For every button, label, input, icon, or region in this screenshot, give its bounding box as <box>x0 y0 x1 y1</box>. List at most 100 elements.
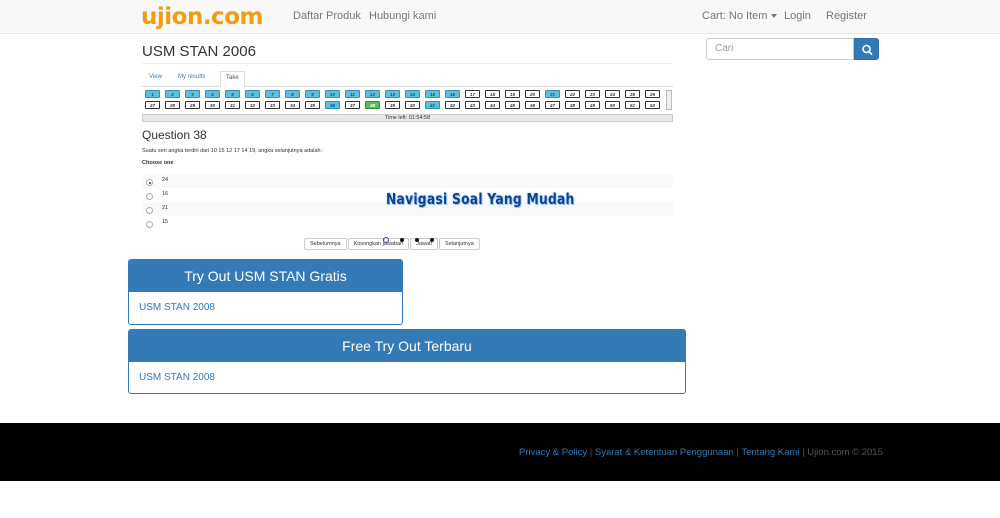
navbar: ujion.com Daftar Produk Hubungi kami Car… <box>0 0 1000 34</box>
radio-button[interactable] <box>146 207 153 214</box>
tab-my-results[interactable]: My results <box>178 74 205 80</box>
question-nav-item[interactable]: 6 <box>245 90 260 98</box>
caret-down-icon <box>771 14 778 19</box>
question-nav-item[interactable]: 42 <box>445 101 460 109</box>
footer-about-link[interactable]: Tentang Kami <box>741 447 799 458</box>
question-nav-item[interactable]: 29 <box>185 101 200 109</box>
footer-terms-link[interactable]: Syarat & Ketentuan Penggunaan <box>595 447 734 458</box>
previous-button[interactable]: Sebelumnya <box>304 238 347 250</box>
search-button[interactable] <box>854 38 879 60</box>
next-button[interactable]: Selanjutnya <box>439 238 480 250</box>
question-nav-item[interactable]: 3 <box>185 90 200 98</box>
question-nav-item[interactable]: 2 <box>165 90 180 98</box>
question-nav-item[interactable]: 8 <box>285 90 300 98</box>
question-nav-item[interactable]: 4 <box>205 90 220 98</box>
question-nav-item[interactable]: 36 <box>325 101 340 109</box>
question-nav-item[interactable]: 26 <box>645 90 660 98</box>
question-nav-item[interactable]: 22 <box>565 90 580 98</box>
question-nav-item[interactable]: 21 <box>545 90 560 98</box>
question-grid-scrollbar[interactable] <box>666 90 672 110</box>
question-nav-item[interactable]: 48 <box>565 101 580 109</box>
question-nav-item[interactable]: 37 <box>345 101 360 109</box>
question-nav-item[interactable]: 9 <box>305 90 320 98</box>
slider-dot[interactable] <box>383 237 389 243</box>
question-navigation-grid: 1 2 3 4 5 6 7 8 9 10 11 12 13 14 15 16 17 18 19 20 21 22 23 24 2… <box>145 90 665 112</box>
question-nav-item[interactable]: 27 <box>145 101 160 109</box>
radio-button[interactable] <box>146 179 153 186</box>
option-label: 24 <box>162 177 169 183</box>
question-nav-item[interactable]: 11 <box>345 90 360 98</box>
footer-copyright: Ujion.com © 2015 <box>807 447 883 458</box>
question-nav-item[interactable]: 7 <box>265 90 280 98</box>
slider-dot[interactable] <box>400 238 404 242</box>
question-nav-item[interactable]: 39 <box>385 101 400 109</box>
question-nav-item[interactable]: 45 <box>505 101 520 109</box>
question-nav-item[interactable]: 13 <box>385 90 400 98</box>
nav-hubungi-kami[interactable]: Hubungi kami <box>369 10 436 22</box>
question-nav-item[interactable]: 30 <box>205 101 220 109</box>
choose-one-label: Choose one <box>142 160 174 166</box>
question-nav-item[interactable]: 51 <box>625 101 640 109</box>
footer-privacy-link[interactable]: Privacy & Policy <box>519 447 587 458</box>
question-nav-item[interactable]: 5 <box>225 90 240 98</box>
tab-view[interactable]: View <box>149 74 162 80</box>
question-nav-item[interactable]: 28 <box>165 101 180 109</box>
question-nav-item[interactable]: 38 <box>365 101 380 109</box>
brand-logo[interactable]: ujion.com <box>141 4 263 30</box>
question-nav-item[interactable]: 18 <box>485 90 500 98</box>
question-nav-row: 1 2 3 4 5 6 7 8 9 10 11 12 13 14 15 16 17 18 19 20 21 22 23 24 2… <box>145 90 665 98</box>
search-input[interactable]: Cari <box>706 38 854 60</box>
question-nav-item[interactable]: 47 <box>545 101 560 109</box>
question-nav-item[interactable]: 15 <box>425 90 440 98</box>
question-nav-item[interactable]: 14 <box>405 90 420 98</box>
search-icon <box>862 44 873 55</box>
footer-links: Privacy & Policy | Syarat & Ketentuan Pe… <box>519 447 883 458</box>
slider-dot[interactable] <box>415 238 419 242</box>
question-nav-item[interactable]: 34 <box>285 101 300 109</box>
question-nav-item[interactable]: 35 <box>305 101 320 109</box>
nav-daftar-produk[interactable]: Daftar Produk <box>293 10 361 22</box>
slide-caption: Navigasi Soal Yang Mudah <box>386 190 575 208</box>
cart-dropdown[interactable]: Cart: No Item <box>702 10 778 22</box>
page-title: USM STAN 2006 <box>142 43 256 60</box>
login-link[interactable]: Login <box>784 10 811 22</box>
question-nav-item[interactable]: 32 <box>245 101 260 109</box>
answer-option[interactable]: 24 <box>142 174 673 188</box>
tryout-link[interactable]: USM STAN 2008 <box>139 302 215 313</box>
time-left: Time left: 01:54:58 <box>142 114 673 122</box>
question-nav-item[interactable]: 52 <box>645 101 660 109</box>
radio-button[interactable] <box>146 221 153 228</box>
panel-body: USM STAN 2008 <box>129 362 685 393</box>
question-nav-item[interactable]: 43 <box>465 101 480 109</box>
radio-button[interactable] <box>146 193 153 200</box>
question-nav-item[interactable]: 41 <box>425 101 440 109</box>
question-nav-item[interactable]: 40 <box>405 101 420 109</box>
panel-free-try-out-terbaru: Free Try Out Terbaru USM STAN 2008 <box>128 329 686 394</box>
tryout-link[interactable]: USM STAN 2008 <box>139 372 215 383</box>
question-nav-item[interactable]: 49 <box>585 101 600 109</box>
question-nav-item[interactable]: 50 <box>605 101 620 109</box>
question-nav-item[interactable]: 24 <box>605 90 620 98</box>
question-nav-item[interactable]: 20 <box>525 90 540 98</box>
question-nav-item[interactable]: 16 <box>445 90 460 98</box>
slider-indicators <box>383 237 445 244</box>
question-nav-item[interactable]: 10 <box>325 90 340 98</box>
tab-take[interactable]: Take <box>220 71 245 87</box>
quiz-tabs: View My results Take <box>142 70 673 87</box>
question-nav-item[interactable]: 1 <box>145 90 160 98</box>
question-nav-item[interactable]: 31 <box>225 101 240 109</box>
question-nav-item[interactable]: 12 <box>365 90 380 98</box>
question-nav-item[interactable]: 46 <box>525 101 540 109</box>
question-nav-item[interactable]: 19 <box>505 90 520 98</box>
question-nav-item[interactable]: 23 <box>585 90 600 98</box>
register-link[interactable]: Register <box>826 10 867 22</box>
question-text: Suatu seri angka terdiri dari 10 15 12 1… <box>142 148 324 154</box>
question-title: Question 38 <box>142 128 207 142</box>
footer: Privacy & Policy | Syarat & Ketentuan Pe… <box>0 423 1000 481</box>
question-nav-item[interactable]: 44 <box>485 101 500 109</box>
slider-dot[interactable] <box>430 238 434 242</box>
question-nav-item[interactable]: 25 <box>625 90 640 98</box>
answer-option[interactable]: 15 <box>142 216 673 230</box>
question-nav-item[interactable]: 17 <box>465 90 480 98</box>
question-nav-item[interactable]: 33 <box>265 101 280 109</box>
